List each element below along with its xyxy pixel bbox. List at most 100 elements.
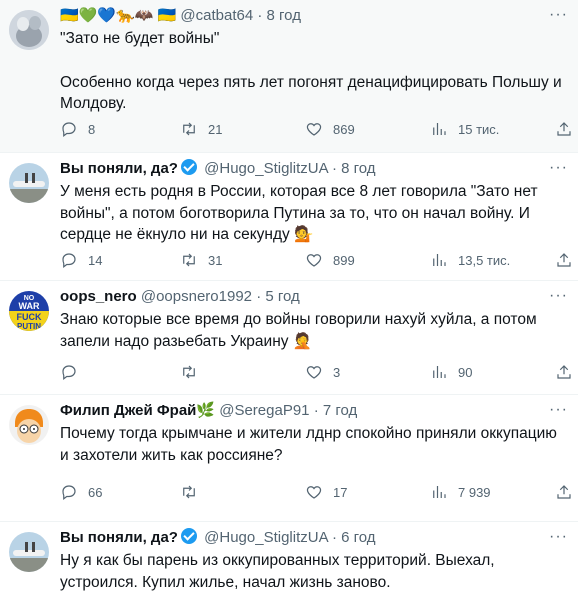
user-handle[interactable]: @SeregaP91 xyxy=(219,402,309,419)
reply-icon xyxy=(62,253,76,268)
user-handle[interactable]: @oopsnero1992 xyxy=(141,288,252,305)
tweet-text: Знаю которые все время до войны говорили… xyxy=(60,309,564,352)
display-name[interactable]: Вы поняли, да? xyxy=(60,529,178,546)
retweet-button[interactable] xyxy=(180,483,208,501)
timestamp[interactable]: 7 год xyxy=(323,402,357,419)
like-button[interactable]: 17 xyxy=(305,483,347,501)
tweet[interactable]: Филип Джей Фрай🌿 @SeregaP91 · 7 год ··· … xyxy=(0,395,578,522)
user-handle[interactable]: @catbat64 xyxy=(180,7,253,24)
share-icon xyxy=(557,365,571,379)
tweet-header: Вы поняли, да? @Hugo_StiglitzUA · 8 год xyxy=(60,159,376,179)
analytics-icon xyxy=(433,486,446,498)
avatar[interactable] xyxy=(9,532,49,572)
views-button[interactable]: 90 xyxy=(430,363,472,381)
analytics-icon xyxy=(433,366,446,378)
user-handle[interactable]: @Hugo_StiglitzUA xyxy=(204,529,328,546)
timestamp[interactable]: 8 год xyxy=(341,160,375,177)
reply-button[interactable]: 14 xyxy=(60,251,102,269)
separator: · xyxy=(257,7,263,24)
like-count: 3 xyxy=(333,364,341,380)
share-button[interactable] xyxy=(555,251,573,269)
tweet-header: Филип Джей Фрай🌿 @SeregaP91 · 7 год xyxy=(60,401,357,421)
display-name[interactable]: Филип Джей Фрай🌿 xyxy=(60,402,215,419)
more-options-icon[interactable]: ··· xyxy=(549,159,568,177)
display-name[interactable]: Вы поняли, да? xyxy=(60,160,178,177)
timestamp[interactable]: 5 год xyxy=(265,288,299,305)
avatar-text: FUCK xyxy=(17,312,42,322)
views-button[interactable]: 15 тис. xyxy=(430,120,499,138)
tweet-text-line: Знаю которые все время до войны говорили… xyxy=(60,311,537,350)
heart-icon xyxy=(306,123,322,136)
more-options-icon[interactable]: ··· xyxy=(549,6,568,24)
share-icon xyxy=(557,253,571,267)
timestamp[interactable]: 8 год xyxy=(267,7,301,24)
like-button[interactable]: 899 xyxy=(305,251,355,269)
tweet-actions: 3 90 xyxy=(60,363,578,383)
retweet-button[interactable]: 31 xyxy=(180,251,222,269)
tweet-header: oops_nero @oopsnero1992 · 5 год xyxy=(60,287,300,307)
views-count: 13,5 тис. xyxy=(458,252,511,268)
share-button[interactable] xyxy=(555,120,573,138)
display-name[interactable]: 🇺🇦💚💙🐆🦇 🇺🇦 xyxy=(60,7,176,24)
verified-badge-icon xyxy=(180,159,197,175)
tweet-actions: 8 21 869 15 тис. xyxy=(60,120,578,140)
tweet[interactable]: 🇺🇦💚💙🐆🦇 🇺🇦 @catbat64 · 8 год ··· "Зато не… xyxy=(0,0,578,153)
tweet[interactable]: Вы поняли, да? @Hugo_StiglitzUA · 6 год … xyxy=(0,522,578,605)
retweet-button[interactable]: 21 xyxy=(180,120,222,138)
user-handle[interactable]: @Hugo_StiglitzUA xyxy=(204,160,328,177)
share-button[interactable] xyxy=(555,363,573,381)
tweet-text-line: "Зато не будет войны" xyxy=(60,30,220,47)
separator: · xyxy=(256,288,262,305)
tweet-text-line: Ну я как бы парень из оккупированных тер… xyxy=(60,552,495,591)
views-button[interactable]: 13,5 тис. xyxy=(430,251,510,269)
reply-count: 8 xyxy=(88,121,96,137)
tweet[interactable]: Вы поняли, да? @Hugo_StiglitzUA · 8 год … xyxy=(0,153,578,281)
views-count: 15 тис. xyxy=(458,121,500,137)
avatar[interactable] xyxy=(9,10,49,50)
reply-button[interactable]: 66 xyxy=(60,483,102,501)
heart-icon xyxy=(306,486,322,499)
heart-icon xyxy=(306,254,322,267)
retweet-icon xyxy=(183,253,195,267)
display-name[interactable]: oops_nero xyxy=(60,288,137,305)
like-count: 869 xyxy=(333,121,355,137)
retweet-icon xyxy=(183,365,195,379)
more-options-icon[interactable]: ··· xyxy=(549,287,568,305)
reply-icon xyxy=(62,122,76,137)
reply-button[interactable] xyxy=(60,363,88,381)
views-button[interactable]: 7 939 xyxy=(430,483,491,501)
avatar[interactable] xyxy=(9,163,49,203)
tweet-text: "Зато не будет войны" Особенно когда чер… xyxy=(60,28,564,115)
tweet-text: У меня есть родня в России, которая все … xyxy=(60,181,564,246)
like-button[interactable]: 869 xyxy=(305,120,355,138)
tweet[interactable]: NO WAR FUCK PUTIN oops_nero @oopsnero199… xyxy=(0,281,578,395)
share-icon xyxy=(557,122,571,136)
like-count: 899 xyxy=(333,252,355,268)
views-count: 7 939 xyxy=(458,484,491,500)
retweet-icon xyxy=(183,485,195,499)
avatar-text: WAR xyxy=(19,301,40,311)
tweet-actions: 66 17 7 939 xyxy=(60,483,578,503)
tweet-text: Почему тогда крымчане и жители лднр спок… xyxy=(60,423,564,466)
separator: · xyxy=(313,402,319,419)
share-icon xyxy=(557,485,571,499)
share-button[interactable] xyxy=(555,483,573,501)
retweet-button[interactable] xyxy=(180,363,208,381)
avatar[interactable] xyxy=(9,405,49,445)
reply-count: 66 xyxy=(88,484,103,500)
analytics-icon xyxy=(433,254,446,266)
tweet-text-line: У меня есть родня в России, которая все … xyxy=(60,183,538,243)
heart-icon xyxy=(306,366,322,379)
tweet-text-line: Особенно когда через пять лет погонят де… xyxy=(60,73,562,113)
avatar[interactable]: NO WAR FUCK PUTIN xyxy=(9,291,49,331)
more-options-icon[interactable]: ··· xyxy=(549,401,568,419)
timestamp[interactable]: 6 год xyxy=(341,529,375,546)
tweet-text-line: Почему тогда крымчане и жители лднр спок… xyxy=(60,425,557,464)
more-options-icon[interactable]: ··· xyxy=(549,528,568,546)
like-button[interactable]: 3 xyxy=(305,363,340,381)
reply-button[interactable]: 8 xyxy=(60,120,95,138)
reply-icon xyxy=(62,365,76,380)
avatar-text: PUTIN xyxy=(17,322,41,331)
tweet-header: 🇺🇦💚💙🐆🦇 🇺🇦 @catbat64 · 8 год xyxy=(60,6,301,26)
verified-badge-icon xyxy=(180,528,197,544)
